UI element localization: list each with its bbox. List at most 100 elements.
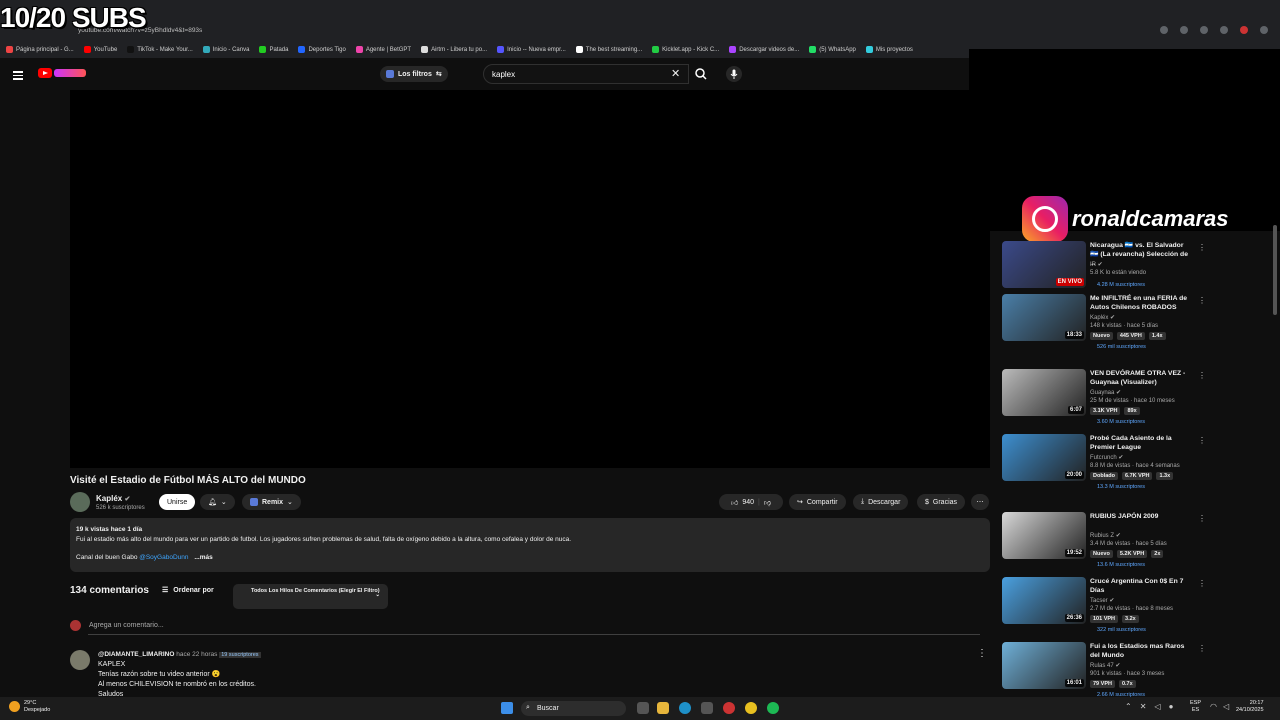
recommended-meta: 5.8 K lo están viendo [1090, 270, 1147, 276]
mute-icon[interactable]: ✕ [1140, 702, 1147, 711]
recommended-subs: 13.3 M suscriptores [1097, 484, 1145, 490]
bookmark-item[interactable]: The best streaming... [575, 46, 642, 53]
remix-app-icon [250, 498, 258, 506]
more-options-icon[interactable]: ⋮ [1198, 243, 1206, 252]
search-button[interactable] [688, 64, 714, 84]
channel-avatar[interactable] [70, 492, 90, 512]
search-value[interactable]: kaplex [492, 70, 515, 79]
star-icon[interactable] [1180, 26, 1188, 34]
recommended-title[interactable]: Nicaragua 🇳🇮 vs. El Salvador 🇸🇻 (La reva… [1090, 241, 1190, 268]
start-icon[interactable] [501, 702, 513, 714]
add-comment-input[interactable]: Agrega un comentario... [70, 620, 164, 631]
thread-filter-dropdown[interactable]: Todos Los Hilos De Comentarios (Elegir E… [233, 584, 388, 609]
channel-name[interactable]: Kapléx ✔ [96, 494, 130, 503]
thanks-button[interactable]: $ Gracias [917, 494, 966, 510]
video-thumbnail[interactable]: 26:36 [1002, 577, 1086, 624]
mic-icon[interactable]: ● [1169, 702, 1174, 711]
dislike-icon[interactable]: 👎︎ [764, 498, 771, 507]
recommended-title[interactable]: Probé Cada Asiento de la Premier League [1090, 434, 1190, 452]
comment-author[interactable]: @DIAMANTE_LIMARINO [98, 651, 174, 658]
chrome-icon[interactable] [745, 702, 757, 714]
like-icon[interactable]: 👍︎ [731, 498, 738, 507]
bookmark-item[interactable]: Patada [259, 46, 288, 53]
more-options-icon[interactable]: ⋮ [1198, 644, 1206, 653]
wifi-icon[interactable]: ◠ [1210, 702, 1217, 711]
remix-button[interactable]: Remix ⌄ [242, 494, 301, 510]
recommended-channel[interactable]: Guaynaa ✔ [1090, 389, 1121, 396]
video-thumbnail[interactable]: 20:00 [1002, 434, 1086, 481]
search-input[interactable]: kaplex [483, 64, 689, 84]
bookmark-item[interactable]: Agente | BetGPT [355, 46, 411, 53]
video-thumbnail[interactable]: 6:07 [1002, 369, 1086, 416]
recommended-title[interactable]: Fui a los Estadios mas Raros del Mundo [1090, 642, 1190, 660]
notifications-button[interactable]: 🔔︎ ⌄ [200, 494, 235, 510]
more-options-icon[interactable]: ⋮ [1198, 514, 1206, 523]
extensions-icon[interactable] [1200, 26, 1208, 34]
task-view-icon[interactable] [637, 702, 649, 714]
more-options-icon[interactable]: ⋮ [1198, 436, 1206, 445]
store-icon[interactable] [701, 702, 713, 714]
language-indicator[interactable]: ESP ES [1190, 700, 1201, 714]
bookmark-item[interactable]: Inicio - Canva [202, 46, 249, 53]
sort-button[interactable]: ☰ Ordenar por [162, 586, 214, 595]
recommended-channel[interactable]: IR ✔ [1090, 261, 1103, 268]
bookmark-item[interactable]: YouTube [83, 46, 117, 53]
bookmark-item[interactable]: TikTok - Make Your... [127, 46, 193, 53]
comment-avatar[interactable] [70, 650, 90, 670]
more-options-icon[interactable]: ⋮ [1198, 371, 1206, 380]
bookmark-item[interactable]: Descargar videos de... [729, 46, 799, 53]
video-player[interactable] [70, 90, 990, 468]
recommended-channel[interactable]: Futcrunch ✔ [1090, 454, 1123, 461]
speaker-icon[interactable]: ◁ [1223, 702, 1229, 711]
mic-button[interactable] [726, 66, 742, 82]
comment-time[interactable]: hace 22 horas [176, 651, 217, 658]
profile-icon[interactable] [1240, 26, 1248, 34]
volume-icon[interactable]: ◁ [1154, 702, 1160, 711]
chevron-up-icon[interactable]: ⌃ [1125, 702, 1132, 711]
recommended-channel[interactable]: Rubius Z ✔ [1090, 532, 1121, 539]
scrollbar[interactable] [1273, 225, 1277, 315]
recommended-title[interactable]: Me INFILTRÉ en una FERIA de Autos Chilen… [1090, 294, 1190, 312]
bookmark-item[interactable]: (5) WhatsApp [809, 46, 856, 53]
bookmark-item[interactable]: Mis proyectos [865, 46, 913, 53]
recommended-title[interactable]: VEN DEVÓRAME OTRA VEZ - Guaynaa (Visuali… [1090, 369, 1190, 387]
recommended-title[interactable]: Crucé Argentina Con 0$ En 7 Días [1090, 577, 1190, 595]
edge-icon[interactable] [679, 702, 691, 714]
description-box[interactable]: 19 k vistas hace 1 día Fui al estadio má… [70, 518, 990, 572]
download-button[interactable]: ⤓ Descargar [853, 494, 909, 510]
video-thumbnail[interactable]: 18:33 [1002, 294, 1086, 341]
show-more-link[interactable]: ...más [194, 554, 212, 561]
bookmark-item[interactable]: Página principal - G... [6, 46, 74, 53]
join-button[interactable]: Unirse [159, 494, 196, 510]
sidebar-icon[interactable] [1220, 26, 1228, 34]
recommended-channel[interactable]: Rulas 47 ✔ [1090, 662, 1120, 669]
recommended-channel[interactable]: Tacser ✔ [1090, 597, 1114, 604]
cast-icon[interactable] [1160, 26, 1168, 34]
bookmark-item[interactable]: Airtm - Libera tu po... [421, 46, 487, 53]
channel-handle-link[interactable]: @SoyGaboDunn [139, 554, 188, 561]
opera-icon[interactable] [723, 702, 735, 714]
bookmark-item[interactable]: Inicio -- Nueva empr... [497, 46, 566, 53]
like-count[interactable]: 940 [742, 499, 754, 506]
weather-widget[interactable]: 29°C Despejado [24, 700, 50, 714]
video-thumbnail[interactable]: 16:01 [1002, 642, 1086, 689]
comment-menu-icon[interactable]: ⋮ [977, 648, 987, 659]
file-explorer-icon[interactable] [657, 702, 669, 714]
recommended-channel[interactable]: Kapléx ✔ [1090, 314, 1115, 321]
more-options-icon[interactable]: ⋮ [1198, 579, 1206, 588]
video-thumbnail[interactable]: 19:52 [1002, 512, 1086, 559]
clear-search-icon[interactable]: ✕ [671, 67, 680, 80]
bookmark-item[interactable]: Deportes Tigo [298, 46, 346, 53]
share-button[interactable]: ↪ Compartir [789, 494, 846, 510]
hamburger-menu-icon[interactable] [13, 69, 23, 82]
taskbar-search[interactable]: ⌕ Buscar [521, 701, 626, 716]
menu-dots-icon[interactable] [1260, 26, 1268, 34]
spotify-icon[interactable] [767, 702, 779, 714]
video-thumbnail[interactable]: EN VIVO [1002, 241, 1086, 288]
recommended-title[interactable]: RUBIUS JAPÓN 2009 [1090, 512, 1190, 521]
clock[interactable]: 20:17 24/10/2025 [1236, 700, 1264, 714]
more-actions-button[interactable]: ⋯ [971, 494, 989, 510]
bookmark-item[interactable]: Kicklet.app - Kick C... [652, 46, 719, 53]
more-options-icon[interactable]: ⋮ [1198, 296, 1206, 305]
filters-button[interactable]: Los filtros ⇆ [380, 66, 448, 82]
